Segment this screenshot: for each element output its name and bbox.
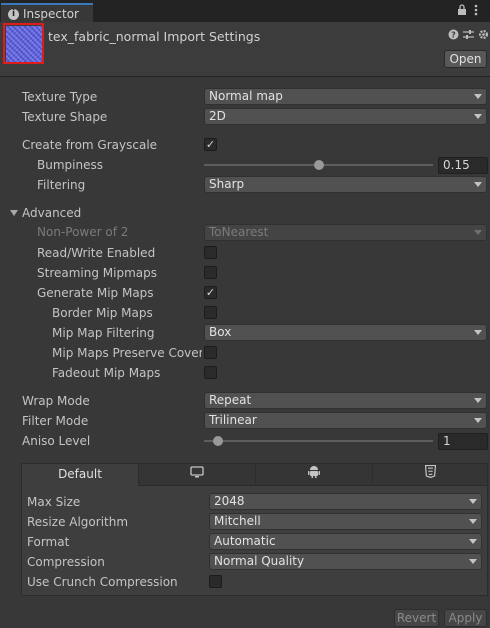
info-icon: i [8,9,19,20]
aniso-level-slider-track[interactable] [204,440,433,442]
format-dropdown[interactable]: Automatic [209,533,482,550]
advanced-foldout[interactable]: Advanced [22,206,81,220]
html5-icon [424,464,436,485]
read-write-label: Read/Write Enabled [37,246,156,260]
highlight-outline [3,23,44,64]
max-size-dropdown[interactable]: 2048 [209,493,482,510]
texture-type-value: Normal map [209,89,283,103]
streaming-mipmaps-label: Streaming Mipmaps [37,266,158,280]
monitor-icon [190,464,204,485]
non-power-of-2-label: Non-Power of 2 [37,225,129,239]
chevron-down-icon [469,539,477,544]
chevron-down-icon [474,230,482,235]
filter-mode-label: Filter Mode [22,414,89,428]
wrap-mode-label: Wrap Mode [22,394,90,408]
help-icon[interactable]: ? [448,29,459,43]
chevron-down-icon [474,330,482,335]
chevron-down-icon [469,559,477,564]
android-icon [308,464,320,485]
tab-default[interactable]: Default [22,464,139,486]
compression-dropdown[interactable]: Normal Quality [209,553,482,570]
crunch-compression-label: Use Crunch Compression [27,575,178,589]
read-write-checkbox[interactable] [204,246,217,259]
mip-map-filtering-label: Mip Map Filtering [52,326,155,340]
format-label: Format [27,535,70,549]
page-title: tex_fabric_normal Import Settings [48,29,261,44]
streaming-mipmaps-checkbox[interactable] [204,266,217,279]
svg-text:?: ? [451,31,456,40]
texture-type-label: Texture Type [22,90,98,104]
chevron-down-icon [474,398,482,403]
filtering-dropdown[interactable]: Sharp [204,176,487,193]
compression-label: Compression [27,555,105,569]
max-size-label: Max Size [27,495,81,509]
preserve-coverage-label: Mip Maps Preserve Covera [52,346,202,360]
generate-mip-maps-checkbox[interactable]: ✓ [204,286,217,299]
generate-mip-maps-label: Generate Mip Maps [37,286,154,300]
compression-value: Normal Quality [214,554,305,568]
mip-map-filtering-dropdown[interactable]: Box [204,324,487,341]
mip-map-filtering-value: Box [209,325,232,339]
non-power-of-2-dropdown: ToNearest [204,224,487,241]
create-from-grayscale-label: Create from Grayscale [22,138,158,152]
texture-shape-value: 2D [209,109,226,123]
wrap-mode-value: Repeat [209,393,252,407]
chevron-down-icon [469,499,477,504]
lock-icon[interactable] [457,4,467,19]
fadeout-mip-maps-checkbox[interactable] [204,366,217,379]
resize-algorithm-value: Mitchell [214,514,261,528]
chevron-down-icon [474,182,482,187]
fadeout-mip-maps-label: Fadeout Mip Maps [52,366,161,380]
filtering-label: Filtering [37,178,86,192]
resize-algorithm-dropdown[interactable]: Mitchell [209,513,482,530]
chevron-down-icon [469,519,477,524]
texture-shape-label: Texture Shape [22,110,108,124]
tab-standalone[interactable] [139,464,256,486]
crunch-compression-checkbox[interactable] [209,575,222,588]
preserve-coverage-label-clip: Mip Maps Preserve Covera [52,346,202,360]
non-power-of-2-value: ToNearest [209,225,269,239]
max-size-value: 2048 [214,494,245,508]
tab-inspector[interactable]: i Inspector [1,3,93,22]
tab-label: Inspector [23,7,79,21]
aniso-level-slider-handle[interactable] [213,436,224,446]
create-from-grayscale-checkbox[interactable]: ✓ [204,138,217,151]
more-options-icon[interactable] [474,4,478,19]
aniso-level-label: Aniso Level [22,434,91,448]
foldout-arrow-icon[interactable] [10,210,18,216]
open-button[interactable]: Open [444,50,487,68]
chevron-down-icon [474,94,482,99]
texture-type-dropdown[interactable]: Normal map [204,88,487,105]
revert-button[interactable]: Revert [394,609,439,627]
wrap-mode-dropdown[interactable]: Repeat [204,392,487,409]
tab-default-label: Default [58,467,102,481]
tab-android[interactable] [256,464,373,486]
chevron-down-icon [474,418,482,423]
texture-shape-dropdown[interactable]: 2D [204,108,487,125]
filter-mode-dropdown[interactable]: Trilinear [204,412,487,429]
border-mip-maps-label: Border Mip Maps [52,306,153,320]
border-mip-maps-checkbox[interactable] [204,306,217,319]
preset-icon[interactable] [463,29,474,43]
chevron-down-icon [474,114,482,119]
filtering-value: Sharp [209,177,245,191]
gear-icon[interactable] [478,29,489,43]
bumpiness-field[interactable]: 0.15 [438,157,488,174]
aniso-level-field[interactable]: 1 [438,433,488,450]
tab-webgl[interactable] [373,464,487,486]
apply-button[interactable]: Apply [444,609,487,627]
filter-mode-value: Trilinear [209,413,257,427]
format-value: Automatic [214,534,276,548]
resize-algorithm-label: Resize Algorithm [27,515,129,529]
bumpiness-label: Bumpiness [37,158,103,172]
bumpiness-slider-handle[interactable] [313,160,324,170]
preserve-coverage-checkbox[interactable] [204,346,217,359]
